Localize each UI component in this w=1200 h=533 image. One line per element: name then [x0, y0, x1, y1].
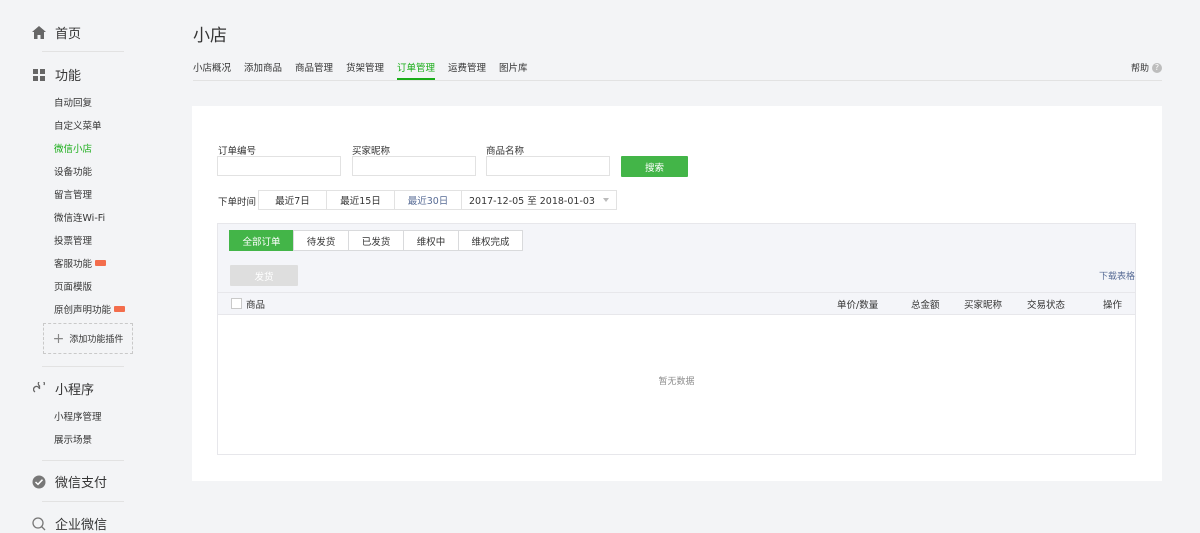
sidebar-item-label: 微信小店: [54, 144, 93, 155]
tab-add-product[interactable]: 添加商品: [244, 60, 282, 79]
col-status: 交易状态: [1027, 300, 1066, 311]
sidebar-item-wifi[interactable]: 微信连Wi-Fi: [54, 210, 105, 224]
sidebar-item-miniprogram-manage[interactable]: 小程序管理: [54, 409, 102, 423]
tab-order-manage[interactable]: 订单管理: [397, 60, 436, 80]
sidebar-item-label: 客服功能: [54, 259, 93, 270]
order-date-label: 下单时间: [218, 197, 257, 208]
action-bar: 发货 下载表格: [218, 259, 1135, 292]
status-filter-bar: 全部订单 待发货 已发货 维权中 维权完成: [218, 224, 1135, 260]
sidebar-miniprogram-label: 小程序: [55, 383, 95, 398]
help-label: 帮助: [1130, 64, 1149, 74]
sidebar-miniprogram[interactable]: 小程序: [32, 379, 94, 398]
tab-shipping-manage[interactable]: 运费管理: [448, 60, 486, 79]
sidebar-home-label: 首页: [55, 27, 82, 42]
status-tab-all[interactable]: 全部订单: [229, 230, 294, 251]
sidebar-item-label: 页面模版: [54, 282, 93, 293]
status-tab-dispute[interactable]: 维权中: [403, 230, 459, 251]
sidebar-item-customer-service[interactable]: 客服功能: [54, 256, 107, 270]
sidebar-item-label: 展示场景: [54, 435, 93, 446]
status-tab-to-ship[interactable]: 待发货: [293, 230, 349, 251]
page-title: 小店: [193, 26, 227, 46]
sidebar-item-auto-reply[interactable]: 自动回复: [54, 95, 92, 109]
sidebar-item-label: 投票管理: [54, 236, 93, 247]
date-range-picker[interactable]: 2017-12-05 至 2018-01-03: [462, 191, 616, 209]
date-range-value: 2017-12-05 至 2018-01-03: [469, 196, 595, 207]
sidebar-pay[interactable]: 微信支付: [32, 472, 107, 491]
caret-down-icon: [602, 198, 609, 202]
sidebar-item-label: 自定义菜单: [54, 121, 102, 132]
date-option-7d[interactable]: 最近7日: [259, 191, 327, 209]
sidebar-features-label: 功能: [55, 69, 82, 84]
tab-store-overview[interactable]: 小店概况: [193, 60, 231, 79]
sidebar-work-wechat-label: 企业微信: [55, 518, 108, 533]
sidebar-item-custom-menu[interactable]: 自定义菜单: [54, 118, 102, 132]
product-name-input[interactable]: [486, 156, 610, 176]
tab-image-library[interactable]: 图片库: [499, 60, 528, 79]
table-header: 商品 单价/数量 总金额 买家昵称 交易状态 操作: [218, 292, 1135, 315]
new-badge: [95, 260, 107, 266]
col-buyer: 买家昵称: [964, 300, 1003, 311]
product-name-label: 商品名称: [486, 146, 525, 157]
divider: [42, 501, 124, 502]
top-tabs: 小店概况 添加商品 商品管理 货架管理 订单管理 运费管理 图片库 帮助 ?: [193, 60, 1162, 81]
sidebar-item-page-template[interactable]: 页面模版: [54, 279, 92, 293]
sidebar-item-label: 微信连Wi-Fi: [54, 213, 106, 224]
plus-icon: +: [52, 330, 65, 347]
question-icon: ?: [1152, 62, 1162, 73]
work-wechat-icon: [32, 516, 46, 531]
col-total: 总金额: [911, 300, 940, 311]
grid-icon: [32, 68, 46, 82]
sidebar: 首页 功能 自动回复 自定义菜单 微信小店 设备功能 留言管理 微信连Wi-Fi…: [0, 0, 168, 533]
status-tab-dispute-done[interactable]: 维权完成: [458, 230, 523, 251]
sidebar-item-label: 小程序管理: [54, 412, 102, 423]
download-table-link[interactable]: 下载表格: [1099, 269, 1135, 282]
sidebar-item-display-scene[interactable]: 展示场景: [54, 432, 92, 446]
add-plugin-button[interactable]: + 添加功能插件: [43, 323, 133, 354]
help-link[interactable]: 帮助 ?: [1131, 61, 1162, 74]
sidebar-item-label: 原创声明功能: [54, 305, 112, 316]
sidebar-item-vote[interactable]: 投票管理: [54, 233, 92, 247]
sidebar-item-comments[interactable]: 留言管理: [54, 187, 92, 201]
divider: [42, 460, 124, 461]
sidebar-features[interactable]: 功能: [32, 65, 81, 84]
date-option-30d[interactable]: 最近30日: [395, 191, 462, 209]
tab-product-manage[interactable]: 商品管理: [295, 60, 333, 79]
add-plugin-label: 添加功能插件: [69, 335, 124, 345]
col-price-qty: 单价/数量: [837, 300, 879, 311]
status-tab-shipped[interactable]: 已发货: [348, 230, 404, 251]
sidebar-pay-label: 微信支付: [55, 476, 108, 491]
order-list: 全部订单 待发货 已发货 维权中 维权完成 发货 下载表格 商品 单价/数量 总…: [217, 223, 1136, 455]
order-panel: 订单编号 买家昵称 商品名称 搜索 下单时间 最近7日 最近15日 最近30日 …: [192, 106, 1162, 481]
col-product: 商品: [246, 300, 266, 311]
search-button[interactable]: 搜索: [621, 156, 688, 177]
tab-shelf-manage[interactable]: 货架管理: [346, 60, 384, 79]
buyer-input[interactable]: [352, 156, 476, 176]
order-no-input[interactable]: [217, 156, 341, 176]
sidebar-work-wechat[interactable]: 企业微信: [32, 514, 107, 533]
order-no-label: 订单编号: [218, 146, 257, 157]
home-icon: [32, 26, 46, 40]
select-all-checkbox[interactable]: [231, 298, 242, 309]
divider: [42, 51, 124, 52]
miniprogram-icon: [32, 382, 46, 396]
wechat-pay-icon: [32, 475, 46, 489]
sidebar-item-label: 留言管理: [54, 190, 93, 201]
divider: [42, 366, 124, 367]
sidebar-item-original-declaration[interactable]: 原创声明功能: [54, 302, 126, 316]
date-option-15d[interactable]: 最近15日: [327, 191, 395, 209]
col-action: 操作: [1103, 300, 1123, 311]
new-badge: [114, 306, 126, 312]
sidebar-home[interactable]: 首页: [32, 23, 81, 42]
buyer-label: 买家昵称: [352, 146, 391, 157]
empty-state-text: 暂无数据: [658, 377, 695, 387]
sidebar-item-wechat-store[interactable]: 微信小店: [54, 141, 92, 155]
sidebar-item-device[interactable]: 设备功能: [54, 164, 92, 178]
ship-button[interactable]: 发货: [230, 265, 298, 286]
sidebar-item-label: 设备功能: [54, 167, 93, 178]
sidebar-item-label: 自动回复: [54, 98, 93, 109]
date-filter: 最近7日 最近15日 最近30日 2017-12-05 至 2018-01-03: [258, 190, 617, 210]
